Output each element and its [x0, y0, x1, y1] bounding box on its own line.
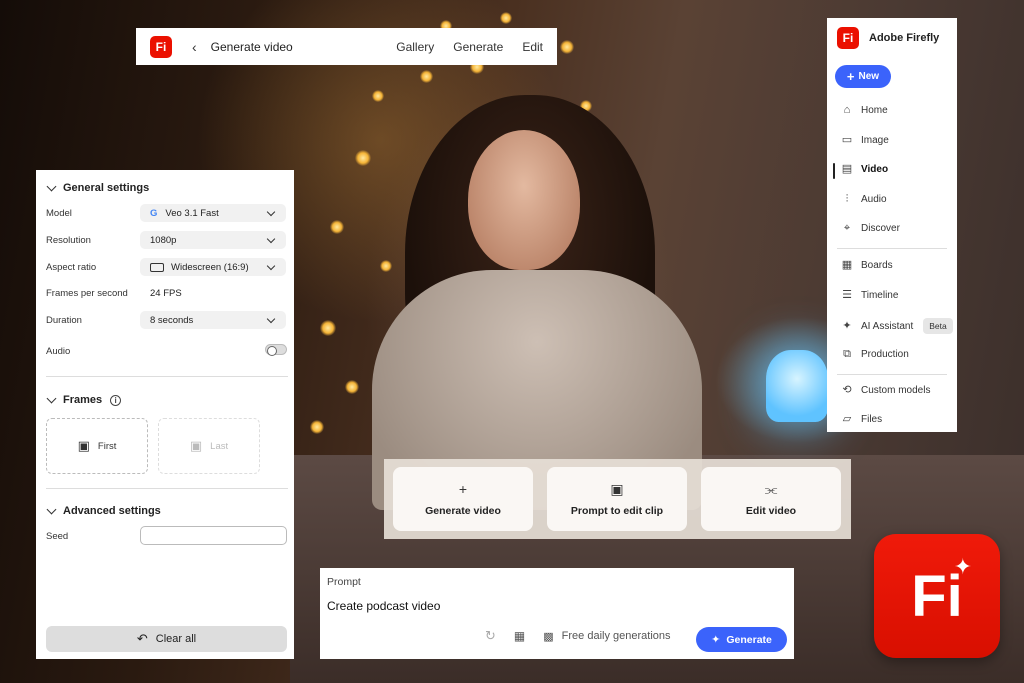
- active-indicator: [833, 163, 835, 179]
- divider: [46, 376, 288, 377]
- discover-icon: ⌖: [843, 222, 851, 234]
- top-bar: Fi ‹ Generate video Gallery Generate Edi…: [136, 28, 557, 65]
- beta-badge: Beta: [923, 318, 953, 334]
- add-image-icon: ▣: [189, 438, 203, 453]
- settings-panel: General settings Model G Veo 3.1 Fast Re…: [36, 170, 294, 659]
- resolution-select[interactable]: 1080p: [140, 231, 286, 249]
- duration-select[interactable]: 8 seconds: [140, 311, 286, 329]
- general-settings-header[interactable]: General settings: [46, 181, 149, 194]
- prompt-label: Prompt: [327, 576, 361, 588]
- sidebar-item-video[interactable]: ▤ Video: [841, 163, 888, 175]
- sidebar-item-files[interactable]: ▱ Files: [841, 413, 882, 425]
- prompt-tools: ↻ ▦ ▩ Free daily generations: [485, 628, 671, 644]
- prompt-input[interactable]: Create podcast video: [327, 599, 440, 613]
- prompt-to-edit-clip-card[interactable]: ▣ Prompt to edit clip: [547, 467, 687, 531]
- chevron-left-icon[interactable]: ‹: [192, 39, 197, 55]
- clear-all-button[interactable]: ↶ Clear all: [46, 626, 287, 652]
- plus-icon: +: [458, 481, 468, 497]
- aspect-ratio-select[interactable]: Widescreen (16:9): [140, 258, 286, 276]
- page-title: Generate video: [210, 39, 293, 54]
- edit-clip-icon: ▣: [610, 481, 624, 497]
- chevron-down-icon: [266, 261, 276, 271]
- google-icon: G: [150, 207, 158, 219]
- generate-video-card[interactable]: + Generate video: [393, 467, 533, 531]
- chevron-down-icon: [46, 504, 57, 515]
- credits-icon: ▩: [543, 630, 554, 643]
- nav-generate[interactable]: Generate: [453, 40, 503, 54]
- undo-icon: ↶: [136, 631, 148, 646]
- nav-gallery[interactable]: Gallery: [396, 40, 434, 54]
- model-label: Model: [46, 208, 72, 219]
- chevron-down-icon: [46, 393, 57, 404]
- firefly-logo[interactable]: Fi: [150, 35, 172, 58]
- sparkle-icon: ✦: [711, 634, 721, 646]
- production-icon: ⧉: [843, 348, 851, 360]
- sidebar-header: Fi Adobe Firefly: [837, 27, 939, 49]
- divider: [837, 374, 947, 375]
- plus-icon: +: [846, 69, 855, 84]
- widescreen-icon: [150, 262, 164, 272]
- video-icon: ▤: [841, 163, 853, 175]
- advanced-settings-header[interactable]: Advanced settings: [46, 504, 161, 517]
- sidebar-item-home[interactable]: ⌂ Home: [841, 104, 888, 116]
- chevron-down-icon: [266, 234, 276, 244]
- custom-models-icon: ⟲: [842, 384, 852, 396]
- history-icon[interactable]: ↻: [485, 628, 496, 644]
- image-icon: ▭: [841, 134, 853, 146]
- boards-icon: ▦: [841, 259, 853, 271]
- image-settings-icon[interactable]: ▦: [514, 629, 525, 643]
- firefly-brand-logo: Fi ✦: [874, 534, 1000, 658]
- top-nav: Gallery Generate Edit: [396, 40, 543, 54]
- sidebar-item-image[interactable]: ▭ Image: [841, 134, 889, 146]
- chevron-down-icon: [46, 181, 57, 192]
- model-select[interactable]: G Veo 3.1 Fast: [140, 204, 286, 222]
- divider: [837, 248, 947, 249]
- seed-label: Seed: [46, 531, 69, 542]
- new-button[interactable]: + New: [835, 65, 891, 88]
- last-frame-slot[interactable]: ▣ Last: [158, 418, 260, 474]
- sidebar-item-audio[interactable]: ⫶ Audio: [841, 193, 887, 205]
- generate-button[interactable]: ✦ Generate: [696, 627, 787, 652]
- frames-header[interactable]: Frames i: [46, 393, 122, 406]
- timeline-icon: ☰: [842, 289, 852, 301]
- resolution-label: Resolution: [46, 235, 91, 246]
- audio-icon: ⫶: [845, 193, 849, 205]
- action-cards: + Generate video ▣ Prompt to edit clip ⫘…: [384, 459, 851, 539]
- fps-label: Frames per second: [46, 288, 128, 299]
- firefly-logo[interactable]: Fi: [837, 27, 859, 49]
- sidebar-item-ai-assistant[interactable]: ✦ AI Assistant Beta: [841, 318, 953, 334]
- seed-input[interactable]: [140, 526, 287, 545]
- sidebar-item-timeline[interactable]: ☰ Timeline: [841, 289, 898, 301]
- ai-assistant-icon: ✦: [842, 320, 852, 332]
- edit-video-icon: ⫘: [764, 481, 778, 497]
- edit-video-card[interactable]: ⫘ Edit video: [701, 467, 841, 531]
- files-icon: ▱: [842, 413, 852, 425]
- audio-toggle[interactable]: [265, 344, 287, 356]
- sidebar-item-discover[interactable]: ⌖ Discover: [841, 222, 900, 234]
- add-image-icon: ▣: [77, 438, 90, 453]
- brand-name: Adobe Firefly: [869, 32, 940, 44]
- sparkle-icon: ✦: [953, 554, 972, 579]
- sidebar-item-boards[interactable]: ▦ Boards: [841, 259, 893, 271]
- sidebar: Fi Adobe Firefly + New ⌂ Home ▭ Image ▤ …: [827, 18, 957, 432]
- duration-label: Duration: [46, 315, 82, 326]
- first-frame-slot[interactable]: ▣ First: [46, 418, 148, 474]
- aspect-ratio-label: Aspect ratio: [46, 262, 97, 273]
- sidebar-item-custom-models[interactable]: ⟲ Custom models: [841, 384, 930, 396]
- prompt-box: Prompt Create podcast video ↻ ▦ ▩ Free d…: [320, 568, 794, 659]
- chevron-down-icon: [266, 314, 276, 324]
- info-icon[interactable]: i: [110, 394, 122, 406]
- fps-value: 24 FPS: [150, 288, 182, 299]
- sidebar-item-production[interactable]: ⧉ Production: [841, 348, 909, 360]
- chevron-down-icon: [266, 207, 276, 217]
- audio-label: Audio: [46, 346, 71, 357]
- divider: [46, 488, 288, 489]
- nav-edit[interactable]: Edit: [522, 40, 543, 54]
- home-icon: ⌂: [843, 104, 851, 116]
- free-generations-label: Free daily generations: [561, 630, 671, 642]
